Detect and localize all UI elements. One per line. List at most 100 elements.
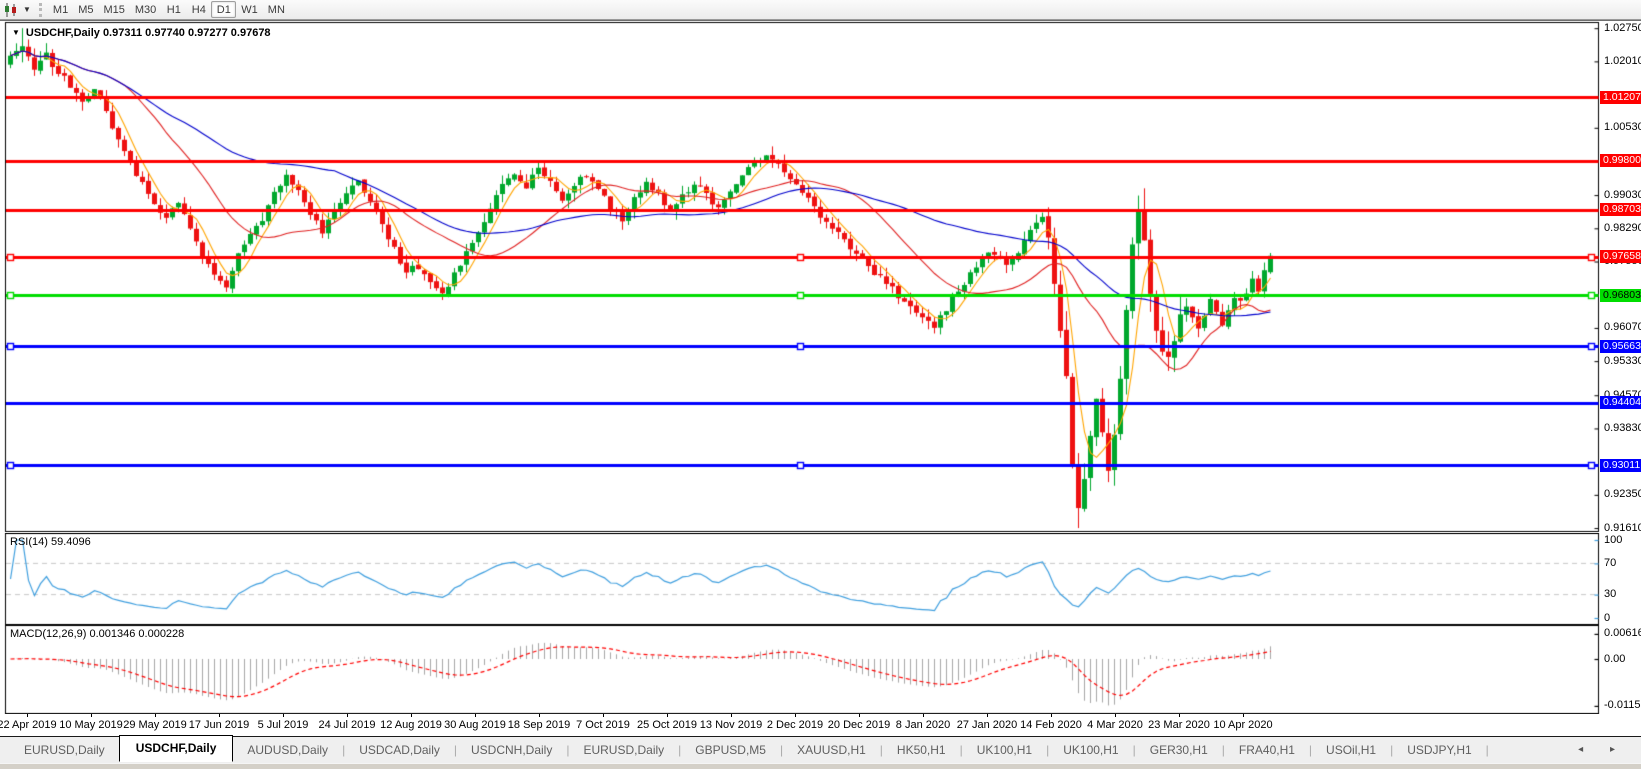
candlestick-chart-icon[interactable]: [3, 2, 21, 17]
price-axis-tick: 1.00530: [1604, 121, 1641, 134]
time-axis-tick: [987, 714, 988, 717]
time-axis-tick: [27, 714, 28, 717]
rsi-axis-tick: 30: [1604, 588, 1617, 601]
timeframe-buttons: M1 M5 M15 M30 H1 H4 D1 W1 MN: [48, 1, 290, 18]
price-axis-tick: 0.98290: [1604, 221, 1641, 234]
timeframe-button-h1[interactable]: H1: [161, 1, 186, 18]
time-axis-tick: [155, 714, 156, 717]
date-label: 20 Dec 2019: [827, 719, 891, 731]
time-axis-tick: [475, 714, 476, 717]
date-label: 17 Jun 2019: [188, 719, 250, 731]
chart-tab-uk100-h1[interactable]: UK100,H1: [963, 739, 1046, 761]
price-chart-canvas[interactable]: [0, 21, 1600, 533]
chart-title: ▼ USDCHF,Daily 0.97311 0.97740 0.97277 0.…: [12, 27, 271, 39]
tab-separator: |: [1485, 743, 1489, 757]
rsi-panel: RSI(14) 59.4096 100 70 30 0: [0, 533, 1641, 625]
timeframe-button-mn[interactable]: MN: [263, 1, 290, 18]
macd-panel: MACD(12,26,9) 0.001346 0.000228 0.006167…: [0, 625, 1641, 714]
date-label: 30 Aug 2019: [444, 719, 506, 731]
price-level-badge: 0.93011: [1600, 458, 1641, 472]
rsi-axis-tick: 0: [1604, 611, 1611, 624]
date-label: 27 Jan 2020: [956, 719, 1018, 731]
chart-tab-eurusd-daily[interactable]: EURUSD,Daily: [10, 739, 119, 761]
chart-tab-usdjpy-h1[interactable]: USDJPY,H1: [1393, 739, 1485, 761]
time-axis-tick: [795, 714, 796, 717]
chevron-down-icon[interactable]: ▼: [23, 5, 31, 14]
price-level-badge: 0.95663: [1600, 339, 1641, 353]
timeframe-button-m1[interactable]: M1: [48, 1, 73, 18]
price-axis-tick: 0.92350: [1604, 488, 1641, 501]
chart-tab-gbpusd-m5[interactable]: GBPUSD,M5: [681, 739, 780, 761]
price-level-badge: 0.97658: [1600, 250, 1641, 264]
rsi-axis-tick: 70: [1604, 556, 1617, 569]
chart-tab-usoil-h1[interactable]: USOil,H1: [1312, 739, 1390, 761]
chart-tab-bar: EURUSD,Daily USDCHF,Daily AUDUSD,Daily | USD…: [0, 735, 1641, 763]
chart-tab-usdchf-daily[interactable]: USDCHF,Daily: [118, 735, 234, 762]
time-axis-tick: [1243, 714, 1244, 717]
price-axis-tick: 0.95330: [1604, 354, 1641, 367]
time-axis-tick: [667, 714, 668, 717]
time-axis-tick: [859, 714, 860, 717]
price-level-badge: 0.96803: [1600, 288, 1641, 302]
rsi-axis-tick: 100: [1604, 533, 1623, 546]
toolbar-separator: [38, 2, 44, 17]
rsi-label: RSI(14) 59.4096: [10, 536, 91, 548]
macd-axis-tick: -0.011531: [1604, 699, 1641, 712]
time-axis-tick: [411, 714, 412, 717]
chart-tab-eurusd-daily[interactable]: EURUSD,Daily: [569, 739, 678, 761]
macd-label: MACD(12,26,9) 0.001346 0.000228: [10, 628, 185, 640]
timeframe-button-m15[interactable]: M15: [98, 1, 129, 18]
date-label: 25 Oct 2019: [637, 719, 697, 731]
time-axis-tick: [539, 714, 540, 717]
tab-scroll-arrows[interactable]: ◂ ▸: [1578, 744, 1627, 755]
date-label: 10 Apr 2020: [1213, 719, 1273, 731]
date-label: 13 Nov 2019: [699, 719, 763, 731]
chart-tab-ger30-h1[interactable]: GER30,H1: [1136, 739, 1222, 761]
price-axis-tick: 1.02010: [1604, 54, 1641, 67]
date-label: 7 Oct 2019: [576, 719, 630, 731]
date-label: 29 May 2019: [123, 719, 187, 731]
price-axis-tick: 0.99030: [1604, 188, 1641, 201]
mt4-application: ▼ M1 M5 M15 M30 H1 H4 D1 W1 MN ▼ USDCHF,Daily 0.9…: [0, 0, 1641, 769]
chart-window: ▼ USDCHF,Daily 0.97311 0.97740 0.97277 0.…: [0, 20, 1641, 769]
timeframe-button-m30[interactable]: M30: [130, 1, 161, 18]
macd-axis-tick: 0.006167: [1604, 627, 1641, 640]
timeframe-button-h4[interactable]: H4: [186, 1, 211, 18]
date-label: 5 Jul 2019: [257, 719, 309, 731]
chart-title-text: USDCHF,Daily 0.97311 0.97740 0.97277 0.9…: [25, 27, 271, 39]
macd-axis-tick: 0.00: [1604, 652, 1626, 665]
price-axis-tick: 0.93830: [1604, 421, 1641, 434]
chart-tab-usdcnh-daily[interactable]: USDCNH,Daily: [457, 739, 566, 761]
time-axis[interactable]: 22 Apr 2019 10 May 2019 29 May 2019 17 Jun …: [0, 714, 1641, 736]
date-label: 18 Sep 2019: [507, 719, 571, 731]
macd-canvas[interactable]: [0, 625, 1600, 714]
price-axis-tick: 1.02750: [1604, 21, 1641, 34]
time-axis-tick: [1115, 714, 1116, 717]
date-label: 14 Feb 2020: [1020, 719, 1082, 731]
price-axis-tick: 0.96070: [1604, 321, 1641, 334]
price-level-badge: 1.01207: [1600, 90, 1641, 104]
time-axis-tick: [91, 714, 92, 717]
time-axis-tick: [923, 714, 924, 717]
timeframe-button-d1[interactable]: D1: [211, 1, 237, 18]
date-label: 4 Mar 2020: [1087, 719, 1143, 731]
timeframe-button-m5[interactable]: M5: [73, 1, 98, 18]
date-label: 22 Apr 2019: [0, 719, 57, 731]
rsi-canvas[interactable]: [0, 533, 1600, 625]
chart-tab-usdcad-daily[interactable]: USDCAD,Daily: [345, 739, 454, 761]
chart-tab-audusd-daily[interactable]: AUDUSD,Daily: [233, 739, 342, 761]
date-label: 10 May 2019: [59, 719, 123, 731]
time-axis-tick: [219, 714, 220, 717]
chart-tab-fra40-h1[interactable]: FRA40,H1: [1225, 739, 1309, 761]
date-label: 23 Mar 2020: [1148, 719, 1210, 731]
chart-tab-xauusd-h1[interactable]: XAUUSD,H1: [783, 739, 880, 761]
time-axis-tick: [347, 714, 348, 717]
price-axis-tick: 0.91610: [1604, 521, 1641, 534]
chart-tab-uk100-h1[interactable]: UK100,H1: [1049, 739, 1132, 761]
price-chart-panel: ▼ USDCHF,Daily 0.97311 0.97740 0.97277 0.…: [0, 21, 1641, 534]
time-axis-tick: [731, 714, 732, 717]
triangle-down-icon[interactable]: ▼: [12, 28, 20, 37]
chart-tab-hk50-h1[interactable]: HK50,H1: [883, 739, 960, 761]
timeframe-button-w1[interactable]: W1: [236, 1, 263, 18]
time-axis-tick: [1051, 714, 1052, 717]
